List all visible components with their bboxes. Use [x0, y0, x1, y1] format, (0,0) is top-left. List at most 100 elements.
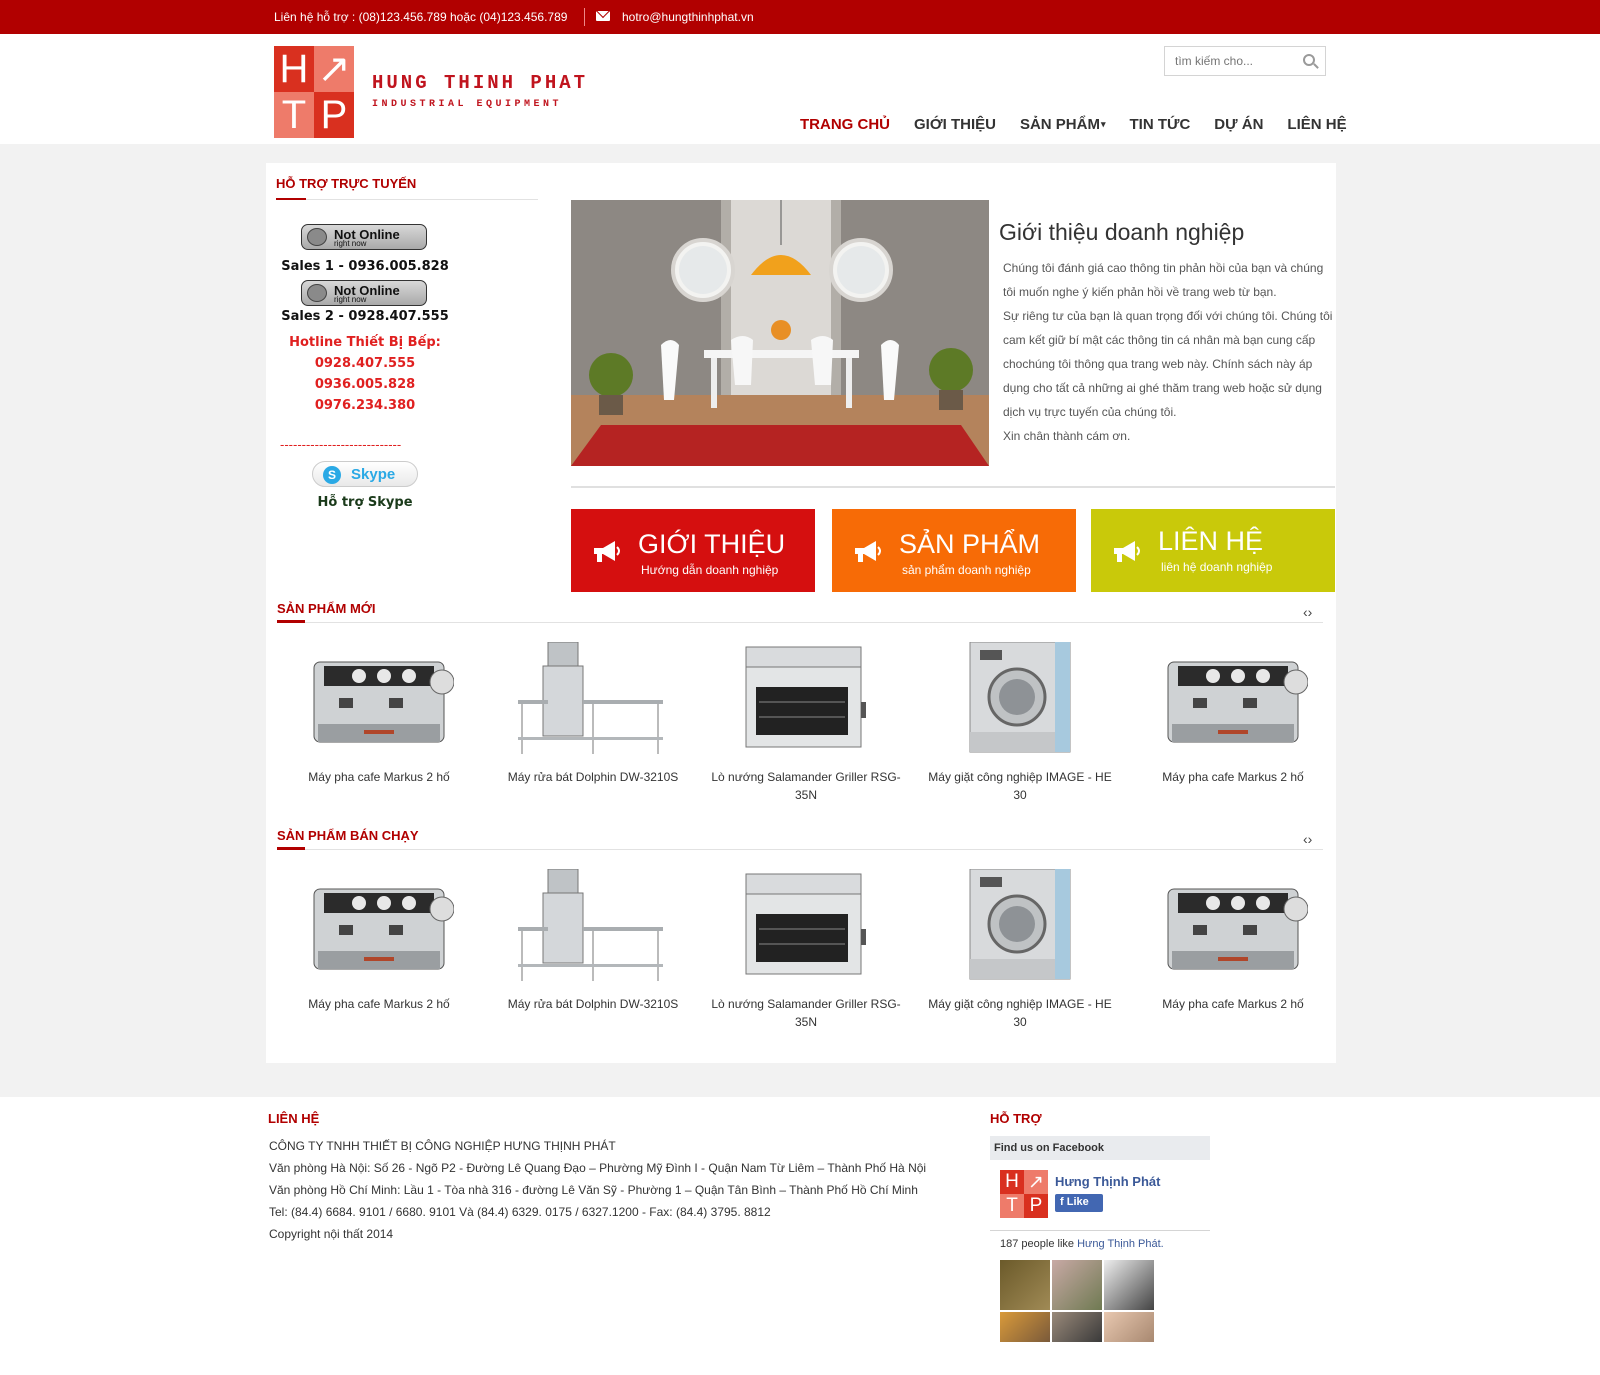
- brand-tagline: INDUSTRIAL EQUIPMENT: [372, 99, 563, 110]
- nav-item-about[interactable]: GIỚI THIỆU: [914, 116, 996, 133]
- megaphone-icon: [594, 541, 620, 562]
- product-name[interactable]: Máy pha cafe Markus 2 hố: [1138, 995, 1328, 1013]
- fan-avatar[interactable]: [1104, 1260, 1154, 1310]
- facebook-box-divider: [990, 1230, 1210, 1231]
- support-email-link[interactable]: hotro@hungthinhphat.vn: [622, 10, 754, 24]
- tile-contact[interactable]: LIÊN HỆ liên hệ doanh nghiệp: [1091, 509, 1335, 592]
- intro-paragraph: Chúng tôi đánh giá cao thông tin phản hồ…: [1003, 261, 1324, 299]
- copyright: Copyright nội thất 2014: [269, 1227, 394, 1241]
- product-image[interactable]: [1158, 642, 1309, 758]
- logo-letter-h: H: [1000, 1170, 1024, 1194]
- facebook-like-icon: f: [1060, 1196, 1064, 1208]
- product-name[interactable]: Máy pha cafe Markus 2 hố: [284, 995, 474, 1013]
- product-name[interactable]: Lò nướng Salamander Griller RSG-35N: [711, 768, 901, 804]
- product-card[interactable]: Máy pha cafe Markus 2 hố: [284, 642, 474, 786]
- search-icon[interactable]: [1303, 54, 1315, 66]
- footer-contact-info: CÔNG TY TNHH THIẾT BỊ CÔNG NGHIỆP HƯNG T…: [269, 1135, 926, 1245]
- hotline-title: Hotline Thiết Bị Bếp:: [289, 335, 441, 350]
- product-image[interactable]: [945, 868, 1095, 985]
- product-card[interactable]: Máy giặt công nghiệp IMAGE - HE 30: [925, 868, 1115, 1031]
- logo-letter-t: T: [274, 92, 314, 138]
- product-name[interactable]: Máy giặt công nghiệp IMAGE - HE 30: [925, 995, 1115, 1031]
- espresso-machine-image: [1167, 888, 1309, 970]
- intro-paragraph: Sự riêng tư của bạn là quan trọng đối vớ…: [1003, 309, 1333, 419]
- sales2-contact: Sales 2 - 0928.407.555: [281, 309, 449, 324]
- nav-item-projects[interactable]: DỰ ÁN: [1214, 116, 1263, 133]
- skype-button[interactable]: S Skype: [312, 461, 418, 487]
- fan-avatar[interactable]: [1104, 1312, 1154, 1342]
- intro-paragraph: Xin chân thành cám ơn.: [1003, 429, 1131, 443]
- product-name[interactable]: Máy rửa bát Dolphin DW-3210S: [498, 768, 688, 786]
- tile-subtitle: sản phẩm doanh nghiệp: [902, 563, 1031, 577]
- fan-avatar[interactable]: [1000, 1312, 1050, 1342]
- washing-machine-image: [969, 868, 1071, 980]
- product-card[interactable]: Lò nướng Salamander Griller RSG-35N: [711, 642, 901, 804]
- status-subtext: right now: [334, 239, 367, 248]
- fan-avatar[interactable]: [1052, 1260, 1102, 1310]
- tile-title: GIỚI THIỆU: [638, 529, 786, 559]
- sales1-online-status[interactable]: Not Online right now: [301, 224, 427, 250]
- sales2-online-status[interactable]: Not Online right now: [301, 280, 427, 306]
- tile-products[interactable]: SẢN PHẨM sản phẩm doanh nghiệp: [832, 509, 1076, 592]
- product-card[interactable]: Máy pha cafe Markus 2 hố: [1138, 869, 1328, 1013]
- logo-letter-t: T: [1000, 1194, 1024, 1218]
- product-card[interactable]: Lò nướng Salamander Griller RSG-35N: [711, 869, 901, 1031]
- espresso-machine-image: [1167, 661, 1309, 743]
- fan-avatar[interactable]: [1000, 1260, 1050, 1310]
- logo-letter-p: P: [1024, 1194, 1048, 1218]
- nav-item-news[interactable]: TIN TỨC: [1130, 116, 1191, 133]
- product-name[interactable]: Lò nướng Salamander Griller RSG-35N: [711, 995, 901, 1031]
- product-card[interactable]: Máy rửa bát Dolphin DW-3210S: [498, 641, 688, 786]
- product-image[interactable]: [304, 869, 455, 985]
- sales1-contact: Sales 1 - 0936.005.828: [281, 259, 449, 274]
- product-name[interactable]: Máy giặt công nghiệp IMAGE - HE 30: [925, 768, 1115, 804]
- product-name[interactable]: Máy pha cafe Markus 2 hố: [1138, 768, 1328, 786]
- facebook-page-logo[interactable]: H ↗ T P: [1000, 1170, 1048, 1218]
- logo-arrow-icon: ↗: [314, 46, 354, 92]
- product-image[interactable]: [731, 869, 881, 985]
- skype-caption: Hỗ trợ Skype: [317, 495, 413, 510]
- fan-avatar[interactable]: [1052, 1312, 1102, 1342]
- best-sellers-carousel-arrows[interactable]: ‹›: [1303, 831, 1312, 847]
- support-phone-text: Liên hệ hỗ trợ : (08)123.456.789 hoặc (0…: [274, 10, 568, 24]
- product-name[interactable]: Máy rửa bát Dolphin DW-3210S: [498, 995, 688, 1013]
- product-name[interactable]: Máy pha cafe Markus 2 hố: [284, 768, 474, 786]
- nav-item-products[interactable]: SẢN PHẨM▾: [1020, 116, 1106, 133]
- like-count-text: 187 people like: [1000, 1238, 1078, 1250]
- dishwasher-image: [518, 868, 663, 981]
- status-subtext: right now: [334, 295, 367, 304]
- skype-label: Skype: [351, 466, 396, 483]
- espresso-machine-image: [313, 888, 455, 970]
- top-bar: Liên hệ hỗ trợ : (08)123.456.789 hoặc (0…: [0, 0, 1600, 34]
- search-input[interactable]: [1165, 47, 1295, 75]
- nav-item-contact[interactable]: LIÊN HỆ: [1287, 116, 1346, 133]
- hcm-office-address: Văn phòng Hồ Chí Minh: Lầu 1 - Tòa nhà 3…: [269, 1183, 918, 1197]
- like-count-page-link[interactable]: Hưng Thịnh Phát.: [1077, 1238, 1164, 1250]
- sidebar-title-accent: [276, 198, 306, 200]
- facebook-like-button[interactable]: f Like: [1055, 1194, 1103, 1212]
- facebook-page-name[interactable]: Hưng Thịnh Phát: [1055, 1174, 1160, 1189]
- new-products-carousel-arrows[interactable]: ‹›: [1303, 604, 1312, 620]
- hotline-number: 0928.407.555: [314, 356, 416, 371]
- product-image[interactable]: [1158, 869, 1309, 985]
- product-card[interactable]: Máy pha cafe Markus 2 hố: [1138, 642, 1328, 786]
- company-name: CÔNG TY TNHH THIẾT BỊ CÔNG NGHIỆP HƯNG T…: [269, 1139, 616, 1153]
- product-card[interactable]: Máy pha cafe Markus 2 hố: [284, 869, 474, 1013]
- site-logo[interactable]: H ↗ T P: [274, 46, 354, 138]
- tile-subtitle: Hướng dẫn doanh nghiệp: [641, 563, 779, 577]
- espresso-machine-image: [313, 661, 455, 743]
- product-image[interactable]: [518, 868, 668, 985]
- product-image[interactable]: [945, 641, 1095, 758]
- intro-hero-image: [571, 200, 989, 466]
- product-card[interactable]: Máy rửa bát Dolphin DW-3210S: [498, 868, 688, 1013]
- tile-about[interactable]: GIỚI THIỆU Hướng dẫn doanh nghiệp: [571, 509, 815, 592]
- product-image[interactable]: [518, 641, 668, 758]
- tile-title: SẢN PHẨM: [899, 529, 1041, 559]
- hanoi-office-address: Văn phòng Hà Nội: Số 26 - Ngõ P2 - Đường…: [269, 1161, 927, 1175]
- nav-item-home[interactable]: TRANG CHỦ: [800, 116, 890, 133]
- product-image[interactable]: [731, 642, 881, 758]
- new-products-underline: [277, 622, 1323, 623]
- product-image[interactable]: [304, 642, 455, 758]
- messenger-avatar-icon: [307, 284, 327, 302]
- product-card[interactable]: Máy giặt công nghiệp IMAGE - HE 30: [925, 641, 1115, 804]
